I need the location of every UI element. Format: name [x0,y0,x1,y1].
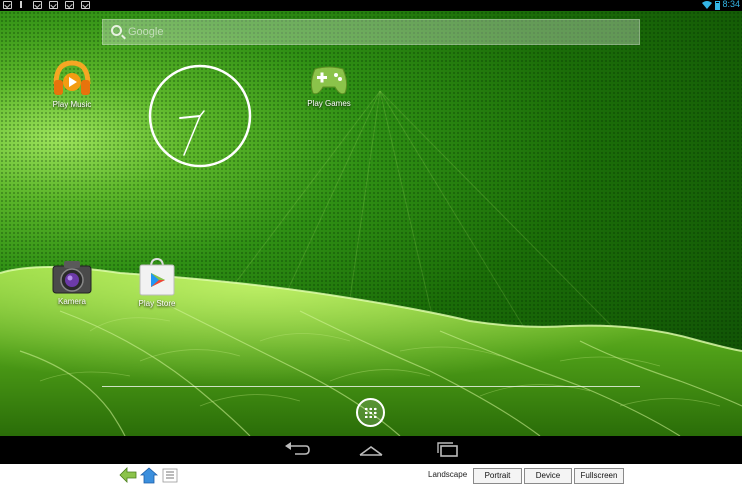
app-drawer-button[interactable] [356,398,385,427]
search-placeholder: Google [128,26,164,38]
checkbox-icon [33,1,42,9]
app-label: Kamera [57,297,86,306]
app-kamera[interactable]: Kamera [40,259,104,306]
shopping-bag-icon [139,257,175,296]
navigation-bar [0,436,742,464]
dock-divider [102,386,640,387]
back-icon[interactable] [282,440,312,460]
portrait-button[interactable]: Portrait [473,468,522,484]
fullscreen-button[interactable]: Fullscreen [574,468,624,484]
camera-icon [52,261,92,294]
apps-grid-icon [364,407,377,418]
device-button[interactable]: Device [524,468,572,484]
search-icon [111,25,122,36]
google-search-bar[interactable]: Google [102,19,640,45]
app-label: Play Games [307,99,351,108]
wallpaper [0,11,742,436]
checkbox-icon [81,1,90,9]
gamepad-icon [310,66,348,95]
checkbox-icon [49,1,58,9]
recent-apps-icon[interactable] [432,440,462,460]
emulator-toolbar: Landscape Portrait Device Fullscreen [0,464,742,485]
battery-icon [715,1,720,10]
signal-tick-icon [20,1,22,8]
back-arrow-icon[interactable] [119,467,137,484]
notification-icon [3,1,12,9]
status-time: 8:34 [722,0,740,9]
app-play-games[interactable]: Play Games [297,63,361,108]
home-arrow-icon[interactable] [140,467,158,484]
app-label: Play Store [138,299,176,308]
checkbox-icon [65,1,74,9]
app-play-store[interactable]: Play Store [125,257,189,308]
app-label: Play Music [52,100,92,109]
analog-clock[interactable] [147,63,253,169]
status-bar: 8:34 [0,0,742,11]
wifi-icon [702,1,712,9]
menu-list-icon[interactable] [161,467,179,484]
landscape-label: Landscape [428,470,468,479]
headphones-icon [53,60,91,95]
home-icon[interactable] [356,440,386,460]
app-play-music[interactable]: Play Music [40,60,104,109]
